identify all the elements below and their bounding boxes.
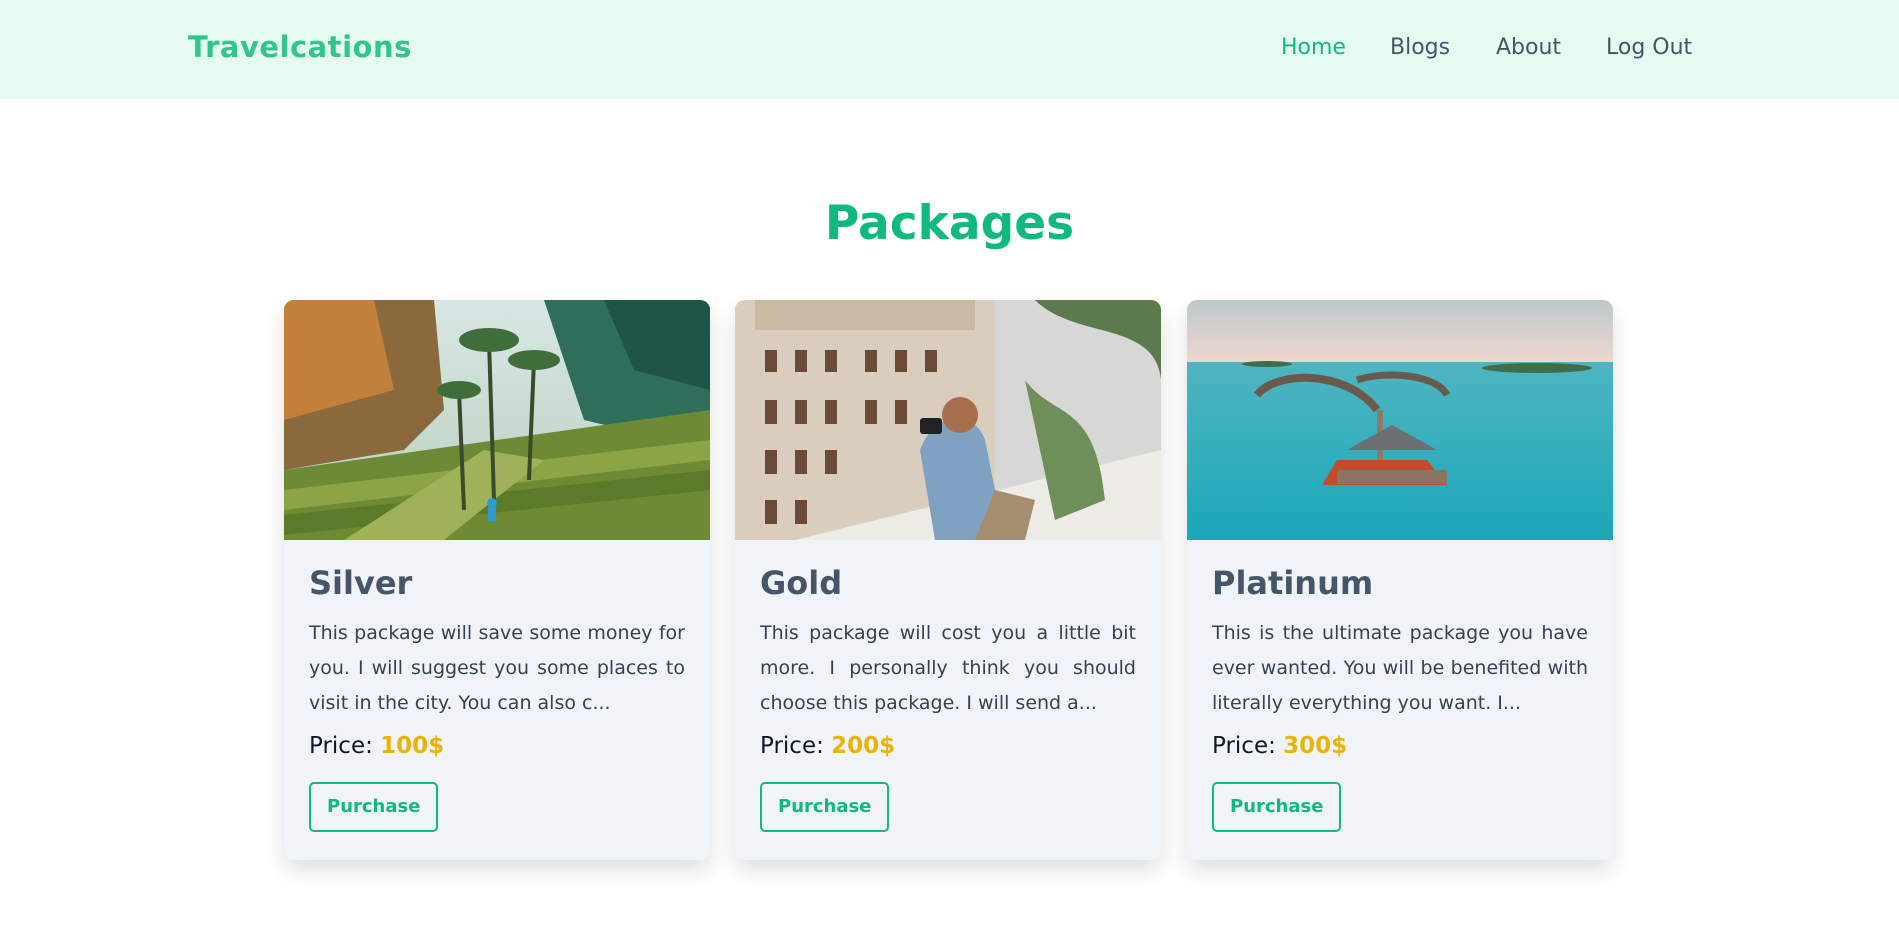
- brand-logo[interactable]: Travelcations: [188, 30, 412, 64]
- card-description: This package will save some money for yo…: [309, 622, 685, 715]
- purchase-button-silver[interactable]: Purchase: [309, 782, 439, 833]
- navbar: Travelcations Home Blogs About Log Out: [0, 0, 1899, 99]
- price-amount: 300$: [1283, 733, 1348, 760]
- card-body: Gold This package will cost you a little…: [735, 540, 1161, 833]
- nav-link-logout[interactable]: Log Out: [1606, 35, 1692, 60]
- package-card-gold: Gold This package will cost you a little…: [735, 300, 1161, 860]
- card-title: Platinum: [1212, 564, 1374, 602]
- price-amount: 200$: [831, 733, 896, 760]
- card-price: Price: 200$: [760, 733, 1136, 759]
- purchase-button-platinum[interactable]: Purchase: [1212, 782, 1342, 833]
- nav-link-blogs[interactable]: Blogs: [1390, 35, 1450, 60]
- nav-link-about[interactable]: About: [1496, 35, 1561, 60]
- photographer-balcony-photo: [735, 300, 1161, 540]
- card-description: This is the ultimate package you have ev…: [1212, 622, 1588, 715]
- card-price: Price: 100$: [309, 733, 685, 759]
- card-price: Price: 300$: [1212, 733, 1588, 759]
- packages-title: Packages: [824, 196, 1075, 251]
- overwater-resort-photo: [1187, 300, 1613, 540]
- price-amount: 100$: [380, 733, 445, 760]
- package-card-silver: Silver This package will save some money…: [284, 300, 710, 860]
- purchase-button-gold[interactable]: Purchase: [760, 782, 890, 833]
- card-body: Platinum This is the ultimate package yo…: [1187, 540, 1613, 833]
- price-label: Price:: [309, 733, 381, 760]
- rice-terraces-photo: [284, 300, 710, 540]
- price-label: Price:: [760, 733, 832, 760]
- card-description: This package will cost you a little bit …: [760, 622, 1136, 715]
- card-title: Silver: [309, 564, 413, 602]
- card-body: Silver This package will save some money…: [284, 540, 710, 833]
- package-card-platinum: Platinum This is the ultimate package yo…: [1187, 300, 1613, 860]
- card-title: Gold: [760, 564, 843, 602]
- price-label: Price:: [1212, 733, 1284, 760]
- nav-link-home[interactable]: Home: [1281, 35, 1346, 60]
